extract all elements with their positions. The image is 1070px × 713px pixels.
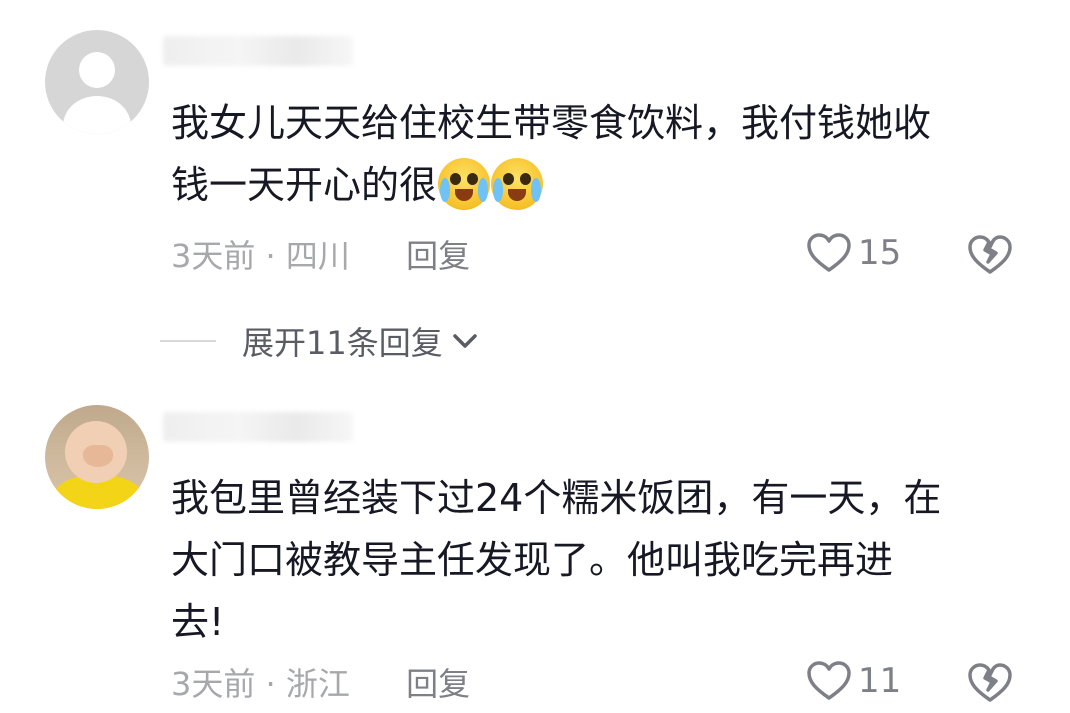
meta-separator: · xyxy=(265,665,276,703)
dislike-button[interactable] xyxy=(966,660,1014,708)
like-count: 11 xyxy=(858,661,902,701)
like-count: 15 xyxy=(858,233,902,273)
comment-location: 四川 xyxy=(285,237,350,275)
comment-time: 3天前 xyxy=(171,237,256,275)
heart-outline-icon xyxy=(807,661,851,700)
broken-heart-icon xyxy=(968,663,1012,702)
comment-text: 我包里曾经装下过24个糯米饭团，有一天，在 大门口被教导主任发现了。他叫我吃完再… xyxy=(171,467,1031,653)
chevron-down-icon xyxy=(452,334,477,348)
meta-separator: · xyxy=(265,237,276,275)
expand-replies-button[interactable]: 展开11条回复 xyxy=(160,318,479,364)
reply-button[interactable]: 回复 xyxy=(406,237,470,275)
default-avatar-body xyxy=(63,96,131,134)
username-blurred[interactable] xyxy=(163,36,353,66)
comment-text-line: 大门口被教导主任发现了。他叫我吃完再进 xyxy=(171,538,894,582)
comment-meta: 3天前 · 四川 回复 xyxy=(171,236,470,276)
comment-meta: 3天前 · 浙江 回复 xyxy=(171,664,470,704)
default-avatar-head xyxy=(79,52,115,88)
crying-laughing-emoji-icon xyxy=(438,157,491,210)
divider-line xyxy=(160,340,216,342)
comment-text-line: 我包里曾经装下过24个糯米饭团，有一天，在 xyxy=(171,476,942,520)
comment-text-line: 我女儿天天给住校生带零食饮料，我付钱她收 xyxy=(171,101,932,145)
comment-time: 3天前 xyxy=(171,665,256,703)
like-button[interactable]: 15 xyxy=(806,232,901,274)
comment-location: 浙江 xyxy=(285,665,350,703)
avatar-photo-hand xyxy=(83,445,113,467)
avatar[interactable] xyxy=(45,30,149,134)
username-blurred[interactable] xyxy=(163,412,353,442)
reply-button[interactable]: 回复 xyxy=(406,665,470,703)
expand-replies-label: 展开11条回复 xyxy=(242,324,443,362)
comment-text-line: 钱一天开心的很 xyxy=(171,163,438,207)
dislike-button[interactable] xyxy=(966,232,1014,280)
comment-text: 我女儿天天给住校生带零食饮料，我付钱她收 钱一天开心的很 xyxy=(171,92,1031,216)
heart-outline-icon xyxy=(807,233,851,272)
avatar[interactable] xyxy=(45,405,149,509)
broken-heart-icon xyxy=(968,235,1012,274)
like-button[interactable]: 11 xyxy=(806,660,901,702)
comment-text-line: 去! xyxy=(171,600,225,644)
crying-laughing-emoji-icon xyxy=(491,157,544,210)
